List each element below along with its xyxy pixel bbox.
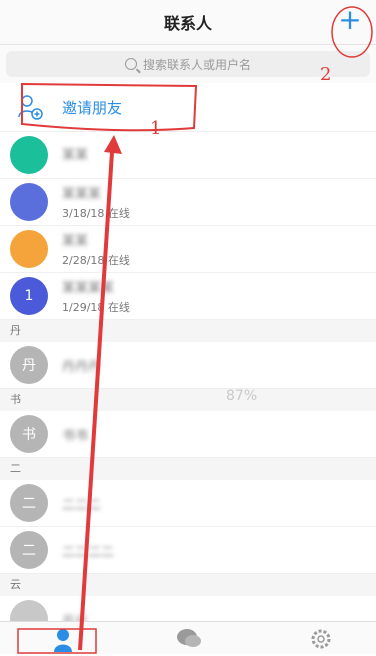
section-header: 云 (0, 574, 376, 596)
contact-row[interactable]: 丹 丹丹丹 (0, 342, 376, 389)
search-placeholder: 搜索联系人或用户名 (142, 57, 251, 72)
invite-friends-row[interactable]: 邀请朋友 (0, 83, 376, 132)
contact-status: 1/29/18 在线 (62, 301, 130, 314)
contact-row[interactable]: 1 某某某某 1/29/18 在线 (0, 273, 376, 320)
avatar: 二 (10, 484, 48, 522)
contact-row[interactable]: 二 二二二二 (0, 527, 376, 574)
avatar (10, 136, 48, 174)
search-icon (124, 58, 137, 70)
contact-list-top: 某某 某某某 3/18/18 在线 某某 2/28/18 在线 1 某某某某 1/29… (0, 132, 376, 320)
annotation-number-2: 2 (320, 64, 332, 85)
avatar: 书 (10, 415, 48, 453)
section-header: 书 (0, 389, 376, 411)
contact-name: 二二二 (62, 497, 102, 513)
contact-status: 3/18/18 在线 (62, 207, 130, 220)
tab-settings-gear-icon[interactable] (308, 626, 334, 652)
contact-row[interactable]: 书 书书 (0, 411, 376, 458)
nav-header: 联系人 + (0, 0, 376, 45)
contact-name: 丹丹丹 (62, 359, 102, 375)
search-input[interactable]: 搜索联系人或用户名 (6, 51, 370, 77)
avatar: 丹 (10, 346, 48, 384)
tab-bar (0, 621, 376, 654)
add-person-icon (16, 93, 44, 121)
tab-chats-bubble-icon[interactable] (176, 626, 202, 652)
section-header: 二 (0, 458, 376, 480)
zoom-watermark: 87% (226, 388, 258, 404)
section-header: 丹 (0, 320, 376, 342)
invite-friends-label: 邀请朋友 (62, 98, 123, 117)
avatar (10, 230, 48, 268)
contact-name: 书书 (62, 428, 89, 444)
contact-row[interactable]: 某某 (0, 132, 376, 179)
page-title: 联系人 (163, 14, 212, 33)
contact-row[interactable]: 某某某 3/18/18 在线 (0, 179, 376, 226)
contact-row[interactable]: 某某 2/28/18 在线 (0, 226, 376, 273)
avatar: 1 (10, 277, 48, 315)
contact-name: 某某某某 (62, 281, 115, 296)
contact-name: 某某 (62, 148, 89, 163)
contact-name: 某某 (62, 234, 89, 249)
contact-name: 某某某 (62, 187, 102, 202)
tab-contacts-person-icon[interactable] (50, 626, 76, 652)
contact-status: 2/28/18 在线 (62, 254, 130, 267)
contact-row[interactable]: 二 二二二 (0, 480, 376, 527)
contact-list-sections: 丹 丹 丹丹丹 书 书 书书 二 二 二二二 二 二二二二 云 云云 (0, 320, 376, 643)
avatar: 二 (10, 531, 48, 569)
add-contact-button[interactable]: + (334, 4, 366, 36)
avatar (10, 183, 48, 221)
annotation-number-1: 1 (150, 118, 162, 139)
contact-name: 二二二二 (62, 544, 115, 560)
